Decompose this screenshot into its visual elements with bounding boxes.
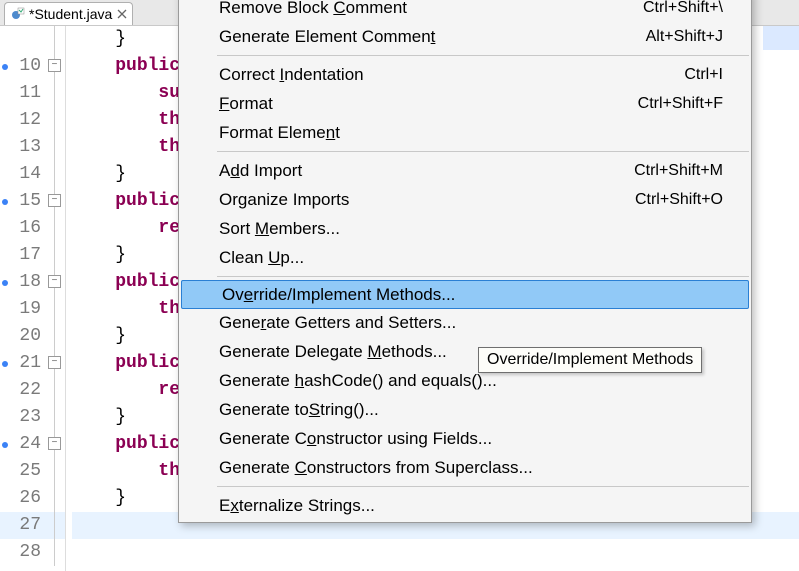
java-file-icon [11,7,25,21]
gutter-line: 14 [0,161,65,188]
code-line[interactable] [72,539,799,566]
menu-item[interactable]: Remove Block CommentCtrl+Shift+\ [179,0,751,22]
menu-label: Generate toString()... [219,400,723,420]
gutter-line: 13 [0,134,65,161]
menu-shortcut: Ctrl+I [684,66,723,84]
menu-item[interactable]: Externalize Strings... [179,491,751,520]
fold-icon[interactable]: − [48,356,61,369]
menu-label: Format Element [219,123,723,143]
menu-label: Generate Element Comment [219,27,646,47]
override-marker-icon [2,64,8,70]
gutter-line: 19 [0,296,65,323]
menu-label: Generate hashCode() and equals()... [219,371,723,391]
gutter-line: 16 [0,215,65,242]
gutter-line: 15− [0,188,65,215]
menu-item[interactable]: FormatCtrl+Shift+F [179,89,751,118]
menu-item[interactable]: Correct IndentationCtrl+I [179,60,751,89]
gutter-line: 23 [0,404,65,431]
gutter-line [0,26,65,53]
fold-icon[interactable]: − [48,275,61,288]
menu-label: Generate Constructors from Superclass... [219,458,723,478]
menu-shortcut: Alt+Shift+J [646,28,723,46]
menu-item[interactable]: Generate Constructor using Fields... [179,424,751,453]
gutter-line: 20 [0,323,65,350]
menu-item[interactable]: Override/Implement Methods... [181,280,749,309]
gutter-line: 26 [0,485,65,512]
close-icon[interactable] [116,8,128,20]
menu-label: Format [219,94,638,114]
gutter-line: 18− [0,269,65,296]
menu-label: Correct Indentation [219,65,684,85]
menu-label: Externalize Strings... [219,496,723,516]
menu-item[interactable]: Generate Element CommentAlt+Shift+J [179,22,751,51]
menu-separator [217,151,749,152]
menu-separator [217,55,749,56]
menu-shortcut: Ctrl+Shift+M [634,162,723,180]
gutter-line: 11 [0,80,65,107]
gutter-line: 17 [0,242,65,269]
menu-separator [217,486,749,487]
tooltip: Override/Implement Methods [478,347,702,373]
fold-icon[interactable]: − [48,194,61,207]
menu-label: Add Import [219,161,634,181]
override-marker-icon [2,442,8,448]
menu-label: Sort Members... [219,219,723,239]
line-gutter: 10−1112131415−161718−192021−222324−25262… [0,26,66,571]
menu-label: Clean Up... [219,248,723,268]
menu-item[interactable]: Format Element [179,118,751,147]
override-marker-icon [2,280,8,286]
gutter-line: 25 [0,458,65,485]
menu-shortcut: Ctrl+Shift+O [635,191,723,209]
gutter-line: 21− [0,350,65,377]
menu-separator [217,276,749,277]
menu-label: Override/Implement Methods... [222,285,720,305]
menu-item[interactable]: Generate Getters and Setters... [179,308,751,337]
fold-icon[interactable]: − [48,437,61,450]
fold-icon[interactable]: − [48,59,61,72]
gutter-line: 22 [0,377,65,404]
menu-shortcut: Ctrl+Shift+\ [643,0,723,17]
gutter-line: 24− [0,431,65,458]
gutter-line: 28 [0,539,65,566]
gutter-line: 10− [0,53,65,80]
tab-title: *Student.java [29,6,112,22]
menu-shortcut: Ctrl+Shift+F [638,95,723,113]
menu-item[interactable]: Organize ImportsCtrl+Shift+O [179,185,751,214]
menu-item[interactable]: Clean Up... [179,243,751,272]
menu-label: Generate Constructor using Fields... [219,429,723,449]
gutter-line: 12 [0,107,65,134]
menu-label: Remove Block Comment [219,0,643,18]
tooltip-text: Override/Implement Methods [487,351,693,368]
menu-item[interactable]: Generate toString()... [179,395,751,424]
menu-item[interactable]: Add ImportCtrl+Shift+M [179,156,751,185]
gutter-line: 27 [0,512,65,539]
editor-tab[interactable]: *Student.java [4,2,133,25]
menu-item[interactable]: Generate Constructors from Superclass... [179,453,751,482]
context-menu: Remove Block CommentCtrl+Shift+\Generate… [178,0,752,523]
override-marker-icon [2,199,8,205]
menu-label: Organize Imports [219,190,635,210]
menu-item[interactable]: Sort Members... [179,214,751,243]
menu-label: Generate Getters and Setters... [219,313,723,333]
override-marker-icon [2,361,8,367]
